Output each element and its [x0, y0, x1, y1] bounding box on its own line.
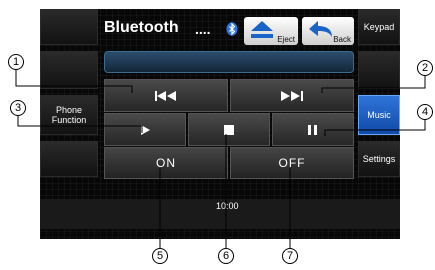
callout-2: 2 [417, 60, 433, 76]
callout-5: 5 [152, 248, 168, 264]
callout-1: 1 [8, 54, 24, 70]
callout-3: 3 [10, 100, 26, 116]
callout-7: 7 [282, 248, 298, 264]
callout-4: 4 [417, 104, 433, 120]
callout-6: 6 [218, 248, 234, 264]
callout-lines [15, 62, 426, 248]
